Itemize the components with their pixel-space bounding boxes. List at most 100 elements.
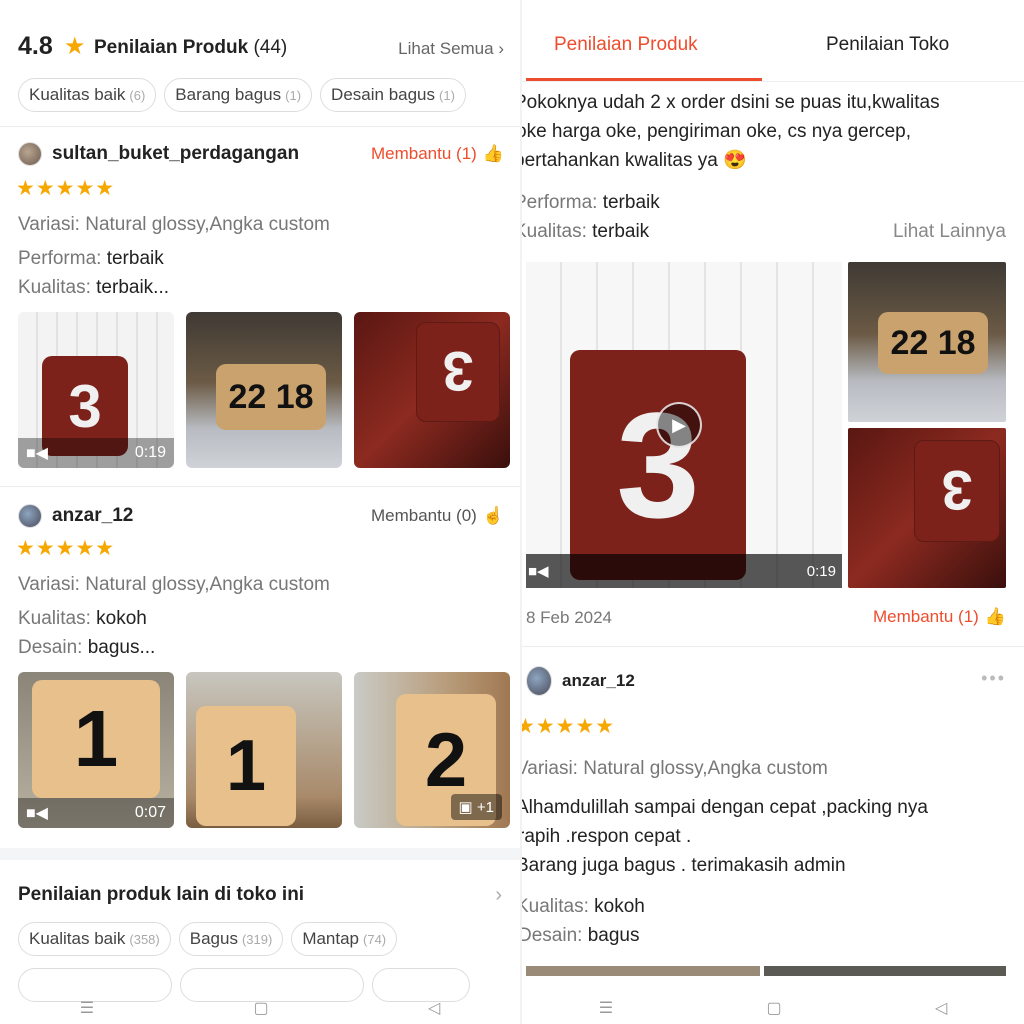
star-rating: ★★★★★: [16, 177, 116, 200]
active-tab-indicator: [526, 78, 762, 81]
back-icon[interactable]: ◁: [935, 998, 947, 1018]
video-camera-icon: ■◀: [26, 805, 48, 822]
video-overlay: ■◀ 0:07: [18, 798, 174, 828]
divider: [522, 646, 1024, 647]
media-row: 1 ■◀ 0:07 1 2 ▣ +1: [18, 672, 510, 828]
home-icon[interactable]: ▢: [253, 998, 268, 1018]
variation-line: Variasi: Natural glossy,Angka custom: [18, 574, 330, 595]
average-rating: 4.8: [18, 32, 53, 60]
number-tile-image: 1: [32, 680, 160, 798]
attribute-line: Performa: terbaik: [522, 192, 660, 213]
avatar: [18, 142, 42, 166]
thumbs-up-icon: 👍: [482, 144, 504, 163]
video-camera-icon: ■◀: [26, 445, 48, 462]
thumbs-up-outline-icon: ☝: [482, 506, 504, 525]
back-icon[interactable]: ◁: [428, 998, 440, 1018]
username: sultan_buket_perdagangan: [52, 143, 300, 164]
username: anzar_12: [52, 505, 134, 526]
star-rating: ★★★★★: [522, 715, 616, 738]
left-panel: 4.8 ★ Penilaian Produk (44) Lihat Semua …: [0, 0, 520, 1024]
chevron-right-icon[interactable]: ›: [495, 884, 502, 907]
see-more-link[interactable]: Lihat Lainnya: [893, 221, 1006, 243]
variation-line: Variasi: Natural glossy,Angka custom: [18, 214, 330, 235]
filter-chips: Kualitas baik (6) Barang bagus (1) Desain …: [18, 78, 466, 112]
system-nav-bar: ☰ ▢ ◁: [0, 992, 520, 1024]
more-photos-badge: ▣ +1: [450, 794, 502, 820]
chip-kualitas-baik[interactable]: Kualitas baik (6): [18, 78, 157, 112]
video-camera-icon: ■◀: [528, 563, 549, 580]
system-nav-bar: ☰ ▢ ◁: [522, 992, 1024, 1024]
media-preview-cropped: [526, 966, 760, 976]
helpful-button[interactable]: Membantu (0) ☝: [371, 506, 504, 526]
other-chips: Kualitas baik (358) Bagus (319) Mantap (74): [18, 922, 398, 956]
home-icon[interactable]: ▢: [766, 998, 781, 1018]
review-text-line: Alhamdulillah sampai dengan cepat ,packi…: [522, 797, 928, 818]
variation-line: Variasi: Natural glossy,Angka custom: [522, 758, 828, 779]
play-icon[interactable]: ▶: [656, 402, 702, 448]
review-text-line: Pokoknya udah 2 x order dsini se puas it…: [522, 92, 940, 113]
number-tile-image: 3: [570, 350, 746, 580]
menu-icon[interactable]: ☰: [599, 998, 613, 1018]
review-user: sultan_buket_perdagangan: [18, 142, 299, 166]
star-rating: ★★★★★: [16, 537, 116, 560]
section-gap: [0, 848, 520, 860]
chip-mantap[interactable]: Mantap (74): [291, 922, 398, 956]
review-user: anzar_12: [18, 504, 133, 528]
tab-penilaian-toko[interactable]: Penilaian Toko: [826, 34, 949, 56]
other-reviews-title[interactable]: Penilaian produk lain di toko ini: [18, 884, 304, 906]
username: anzar_12: [562, 671, 635, 690]
rating-summary: 4.8 ★ Penilaian Produk (44) Lihat Semua …: [0, 18, 520, 78]
chip-kualitas-baik[interactable]: Kualitas baik (358): [18, 922, 171, 956]
number-tile-image: 1: [196, 706, 296, 826]
photo-thumbnail[interactable]: 22 18: [848, 262, 1006, 422]
avatar: [18, 504, 42, 528]
summary-title: Penilaian Produk (44): [94, 37, 288, 58]
attribute-line: Kualitas: terbaik: [522, 221, 650, 242]
attribute-line: Kualitas: terbaik...: [18, 277, 170, 298]
number-tile-image: 3: [416, 322, 500, 422]
tab-penilaian-produk[interactable]: Penilaian Produk: [554, 34, 698, 56]
review-text-line: rapih .respon cepat .: [522, 826, 692, 847]
chip-bagus[interactable]: Bagus (319): [178, 922, 284, 956]
photo-thumbnail[interactable]: 3: [354, 312, 510, 468]
attribute-line: Kualitas: kokoh: [522, 896, 645, 917]
star-icon: ★: [64, 33, 86, 60]
see-all-link[interactable]: Lihat Semua ›: [398, 39, 504, 59]
more-options-icon[interactable]: •••: [981, 668, 1006, 689]
number-tile-image: 3: [914, 440, 1000, 542]
photo-thumbnail[interactable]: 3: [848, 428, 1006, 588]
review-user: anzar_12: [526, 666, 635, 696]
media-preview-cropped: [764, 966, 1006, 976]
divider: [0, 486, 520, 487]
video-thumbnail[interactable]: 3 ■◀ 0:19: [18, 312, 174, 468]
helpful-button[interactable]: Membantu (1) 👍: [371, 144, 504, 164]
review-text-line: pertahankan kwalitas ya 😍: [522, 150, 747, 171]
video-overlay: ■◀ 0:19: [526, 554, 842, 588]
right-panel: Penilaian Produk Penilaian Toko Pokoknya…: [522, 0, 1024, 1024]
review-text-line: oke harga oke, pengiriman oke, cs nya ge…: [522, 121, 912, 142]
video-player[interactable]: 3 ▶ ■◀ 0:19: [526, 262, 842, 588]
attribute-line: Kualitas: kokoh: [18, 608, 147, 629]
avatar: [526, 666, 552, 696]
review-text-line: Barang juga bagus . terimakasih admin: [522, 855, 846, 876]
media-row: 3 ■◀ 0:19 22 18 3: [18, 312, 510, 468]
video-overlay: ■◀ 0:19: [18, 438, 174, 468]
chip-barang-bagus[interactable]: Barang bagus (1): [164, 78, 313, 112]
attribute-line: Desain: bagus...: [18, 637, 156, 658]
attribute-line: Performa: terbaik: [18, 248, 164, 269]
number-tile-image: 22 18: [878, 312, 988, 374]
photo-thumbnail[interactable]: 1: [186, 672, 342, 828]
chevron-right-icon: ›: [498, 39, 504, 58]
video-thumbnail[interactable]: 1 ■◀ 0:07: [18, 672, 174, 828]
helpful-button[interactable]: Membantu (1) 👍: [873, 607, 1006, 627]
thumbs-up-icon: 👍: [984, 607, 1006, 626]
review-date: 8 Feb 2024: [526, 608, 613, 627]
divider: [0, 126, 520, 127]
number-tile-image: 22 18: [216, 364, 326, 430]
image-icon: ▣: [458, 799, 473, 816]
photo-thumbnail[interactable]: 22 18: [186, 312, 342, 468]
review-count: (44): [253, 37, 288, 58]
menu-icon[interactable]: ☰: [80, 998, 94, 1018]
chip-desain-bagus[interactable]: Desain bagus (1): [320, 78, 466, 112]
photo-thumbnail[interactable]: 2 ▣ +1: [354, 672, 510, 828]
